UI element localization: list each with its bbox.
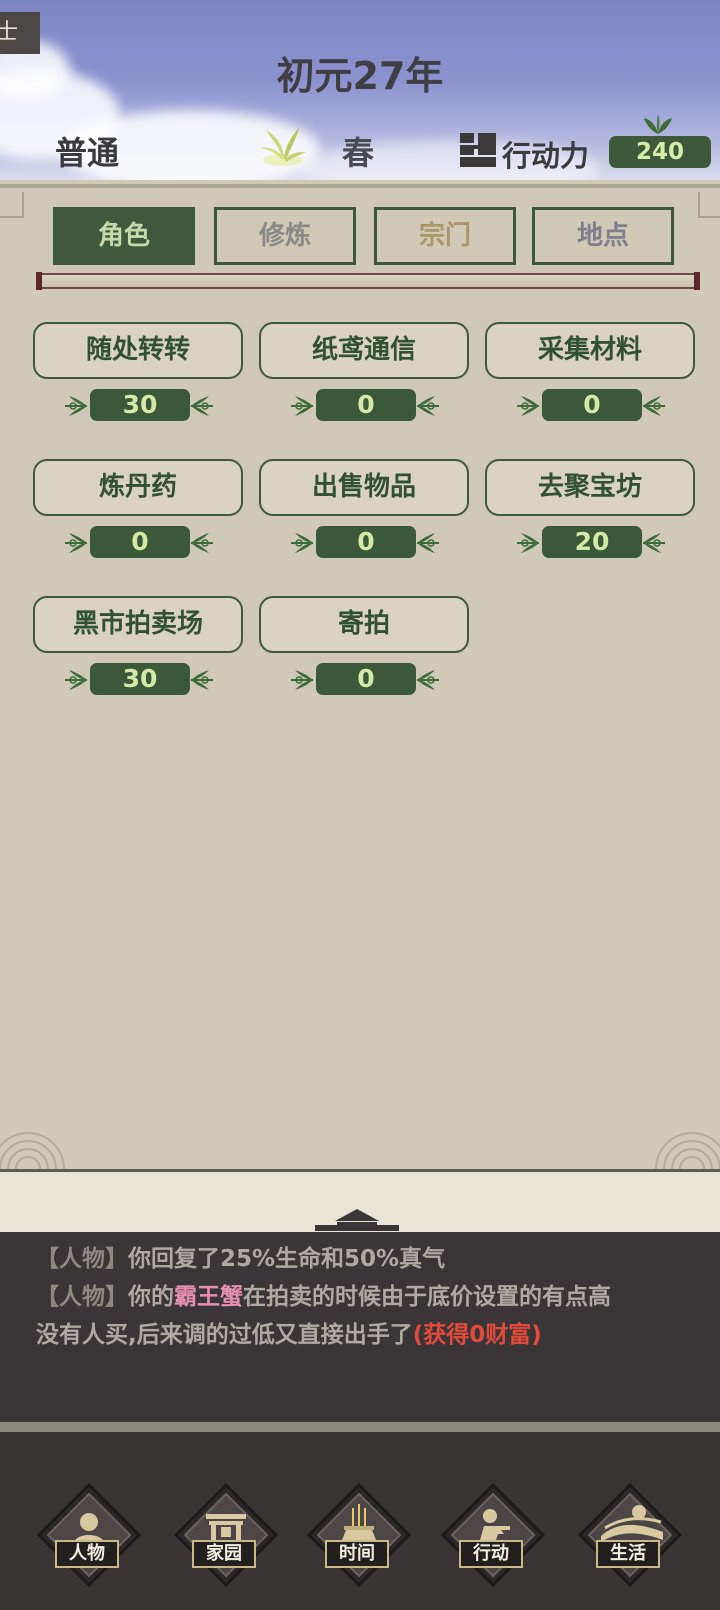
cost-value: 20 xyxy=(542,526,642,558)
tab-cultivation[interactable]: 修炼 xyxy=(214,207,356,265)
leaf-ornament-icon xyxy=(65,396,87,416)
item-name: 霸王蟹 xyxy=(174,1284,243,1310)
leaf-ornament-icon xyxy=(65,670,87,690)
person-icon xyxy=(36,1482,142,1588)
top-status-bar: 士 初元27年 普通 春 行动力 240 xyxy=(0,0,720,180)
action-points-label: 行动力 xyxy=(502,139,590,173)
wave-ornament-icon xyxy=(655,1132,720,1169)
action-cost: 0 xyxy=(289,663,441,697)
landscape-icon xyxy=(577,1482,683,1588)
leaf-ornament-icon xyxy=(191,533,213,553)
nav-time[interactable]: 时间 xyxy=(306,1482,412,1588)
leaf-ornament-icon xyxy=(644,114,672,134)
year-title: 初元27年 xyxy=(276,54,444,98)
leaf-ornament-icon xyxy=(191,396,213,416)
nav-label: 人物 xyxy=(55,1540,119,1568)
spring-sprout-icon xyxy=(260,126,306,166)
action-cost: 30 xyxy=(63,389,215,423)
leaf-ornament-icon xyxy=(643,533,665,553)
tab-character[interactable]: 角色 xyxy=(53,207,195,265)
action-cost: 0 xyxy=(515,389,667,423)
sell-items-button[interactable]: 出售物品 xyxy=(259,459,469,516)
cost-value: 30 xyxy=(90,663,190,695)
nav-home[interactable]: 家园 xyxy=(173,1482,279,1588)
cost-value: 0 xyxy=(90,526,190,558)
tab-location[interactable]: 地点 xyxy=(532,207,674,265)
expand-handle-icon[interactable] xyxy=(307,1205,407,1231)
leaf-ornament-icon xyxy=(643,396,665,416)
action-cost: 0 xyxy=(289,526,441,560)
cost-value: 0 xyxy=(542,389,642,421)
cost-value: 0 xyxy=(316,663,416,695)
leaf-ornament-icon xyxy=(417,396,439,416)
gate-icon xyxy=(173,1482,279,1588)
leaf-ornament-icon xyxy=(417,670,439,690)
nav-label: 行动 xyxy=(459,1540,523,1568)
nav-action[interactable]: 行动 xyxy=(440,1482,546,1588)
action-cost: 30 xyxy=(63,663,215,697)
reward-text: (获得0财富) xyxy=(412,1322,542,1348)
action-cost: 0 xyxy=(289,389,441,423)
incense-icon xyxy=(306,1482,412,1588)
leaf-ornament-icon xyxy=(291,670,313,690)
leaf-ornament-icon xyxy=(517,396,539,416)
leaf-ornament-icon xyxy=(191,670,213,690)
treasure-pavilion-button[interactable]: 去聚宝坊 xyxy=(485,459,695,516)
action-cost: 0 xyxy=(63,526,215,560)
nav-character[interactable]: 人物 xyxy=(36,1482,142,1588)
nav-label: 时间 xyxy=(325,1540,389,1568)
leaf-ornament-icon xyxy=(291,396,313,416)
scroll-bar-divider xyxy=(36,272,700,290)
nav-life[interactable]: 生活 xyxy=(577,1482,683,1588)
tab-sect[interactable]: 宗门 xyxy=(374,207,516,265)
cost-value: 0 xyxy=(316,526,416,558)
panel-corner-ornament xyxy=(0,192,24,218)
action-points-icon xyxy=(460,133,496,167)
leaf-ornament-icon xyxy=(291,533,313,553)
wander-button[interactable]: 随处转转 xyxy=(33,322,243,379)
kneeling-figure-icon xyxy=(440,1482,546,1588)
leaf-ornament-icon xyxy=(417,533,439,553)
cost-value: 0 xyxy=(316,389,416,421)
event-log[interactable]: 【人物】你回复了25%生命和50%真气 【人物】你的霸王蟹在拍卖的时候由于底价设… xyxy=(0,1232,720,1432)
black-market-auction-button[interactable]: 黑市拍卖场 xyxy=(33,596,243,653)
difficulty-mode: 普通 xyxy=(55,134,120,172)
wave-ornament-icon xyxy=(0,1132,65,1169)
log-entry: 【人物】你回复了25%生命和50%真气 xyxy=(36,1246,446,1272)
leaf-ornament-icon xyxy=(65,533,87,553)
season-label: 春 xyxy=(342,134,375,172)
gather-materials-button[interactable]: 采集材料 xyxy=(485,322,695,379)
action-points-value: 240 xyxy=(609,136,711,168)
log-entry-continued: 没有人买,后来调的过低又直接出手了(获得0财富) xyxy=(36,1322,542,1348)
consign-auction-button[interactable]: 寄拍 xyxy=(259,596,469,653)
leaf-ornament-icon xyxy=(517,533,539,553)
cost-value: 30 xyxy=(90,389,190,421)
nav-label: 家园 xyxy=(192,1540,256,1568)
kite-message-button[interactable]: 纸鸢通信 xyxy=(259,322,469,379)
nav-label: 生活 xyxy=(596,1540,660,1568)
action-cost: 20 xyxy=(515,526,667,560)
panel-corner-ornament xyxy=(698,192,720,218)
log-entry: 【人物】你的霸王蟹在拍卖的时候由于底价设置的有点高 xyxy=(36,1284,611,1310)
alchemy-button[interactable]: 炼丹药 xyxy=(33,459,243,516)
